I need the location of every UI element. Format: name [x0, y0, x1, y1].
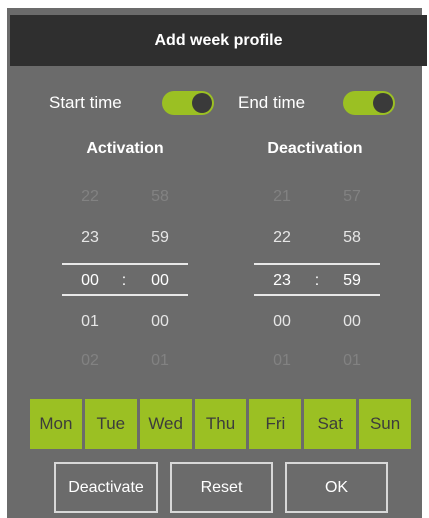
end-time-label: End time: [238, 93, 306, 112]
activation-hour-item[interactable]: 02: [70, 352, 110, 370]
dialog-title: Add week profile: [154, 31, 283, 49]
activation-hour-item[interactable]: 23: [70, 229, 110, 247]
activation-minute-item[interactable]: 00: [140, 313, 180, 331]
activation-minute-item[interactable]: 58: [140, 188, 180, 206]
deactivate-button[interactable]: Deactivate: [54, 462, 158, 513]
deactivation-minute-item[interactable]: 01: [332, 352, 372, 370]
day-tue[interactable]: Tue: [84, 399, 137, 449]
deactivation-minute-item[interactable]: 58: [332, 229, 372, 247]
activation-hour-selected[interactable]: 00: [70, 272, 110, 290]
deactivation-heading: Deactivation: [267, 140, 363, 157]
deactivation-hour-selected[interactable]: 23: [262, 272, 302, 290]
deactivation-hour-item[interactable]: 00: [262, 313, 302, 331]
activation-hour-item[interactable]: 22: [70, 188, 110, 206]
end-time-toggle[interactable]: [343, 91, 395, 115]
day-sat[interactable]: Sat: [304, 399, 357, 449]
deactivation-hour-item[interactable]: 22: [262, 229, 302, 247]
reset-button[interactable]: Reset: [170, 462, 273, 513]
day-thu[interactable]: Thu: [194, 399, 247, 449]
activation-minute-selected[interactable]: 00: [140, 272, 180, 290]
weekday-selector: Mon Tue Wed Thu Fri Sat Sun: [30, 399, 412, 449]
deactivation-minute-item[interactable]: 00: [332, 313, 372, 331]
deactivation-minute-item[interactable]: 57: [332, 188, 372, 206]
activation-selection-line-bottom: [62, 294, 188, 296]
end-time-row: End time: [238, 89, 305, 117]
day-sun[interactable]: Sun: [359, 399, 412, 449]
day-fri[interactable]: Fri: [249, 399, 302, 449]
dialog-title-bar: Add week profile: [10, 15, 427, 66]
ok-button[interactable]: OK: [285, 462, 388, 513]
day-wed[interactable]: Wed: [139, 399, 192, 449]
start-time-toggle-knob: [192, 93, 212, 113]
deactivation-minute-selected[interactable]: 59: [332, 272, 372, 290]
deactivation-selection-line-top: [254, 263, 380, 265]
end-time-toggle-knob: [373, 93, 393, 113]
activation-time-separator: :: [121, 272, 127, 289]
deactivation-time-separator: :: [314, 272, 320, 289]
activation-minute-item[interactable]: 01: [140, 352, 180, 370]
deactivation-selection-line-bottom: [254, 294, 380, 296]
activation-minute-item[interactable]: 59: [140, 229, 180, 247]
deactivation-hour-item[interactable]: 01: [262, 352, 302, 370]
start-time-row: Start time: [49, 89, 122, 117]
deactivation-hour-item[interactable]: 21: [262, 188, 302, 206]
activation-heading: Activation: [86, 140, 164, 157]
activation-hour-item[interactable]: 01: [70, 313, 110, 331]
start-time-toggle[interactable]: [162, 91, 214, 115]
day-mon[interactable]: Mon: [30, 399, 82, 449]
start-time-label: Start time: [49, 93, 122, 112]
activation-selection-line-top: [62, 263, 188, 265]
